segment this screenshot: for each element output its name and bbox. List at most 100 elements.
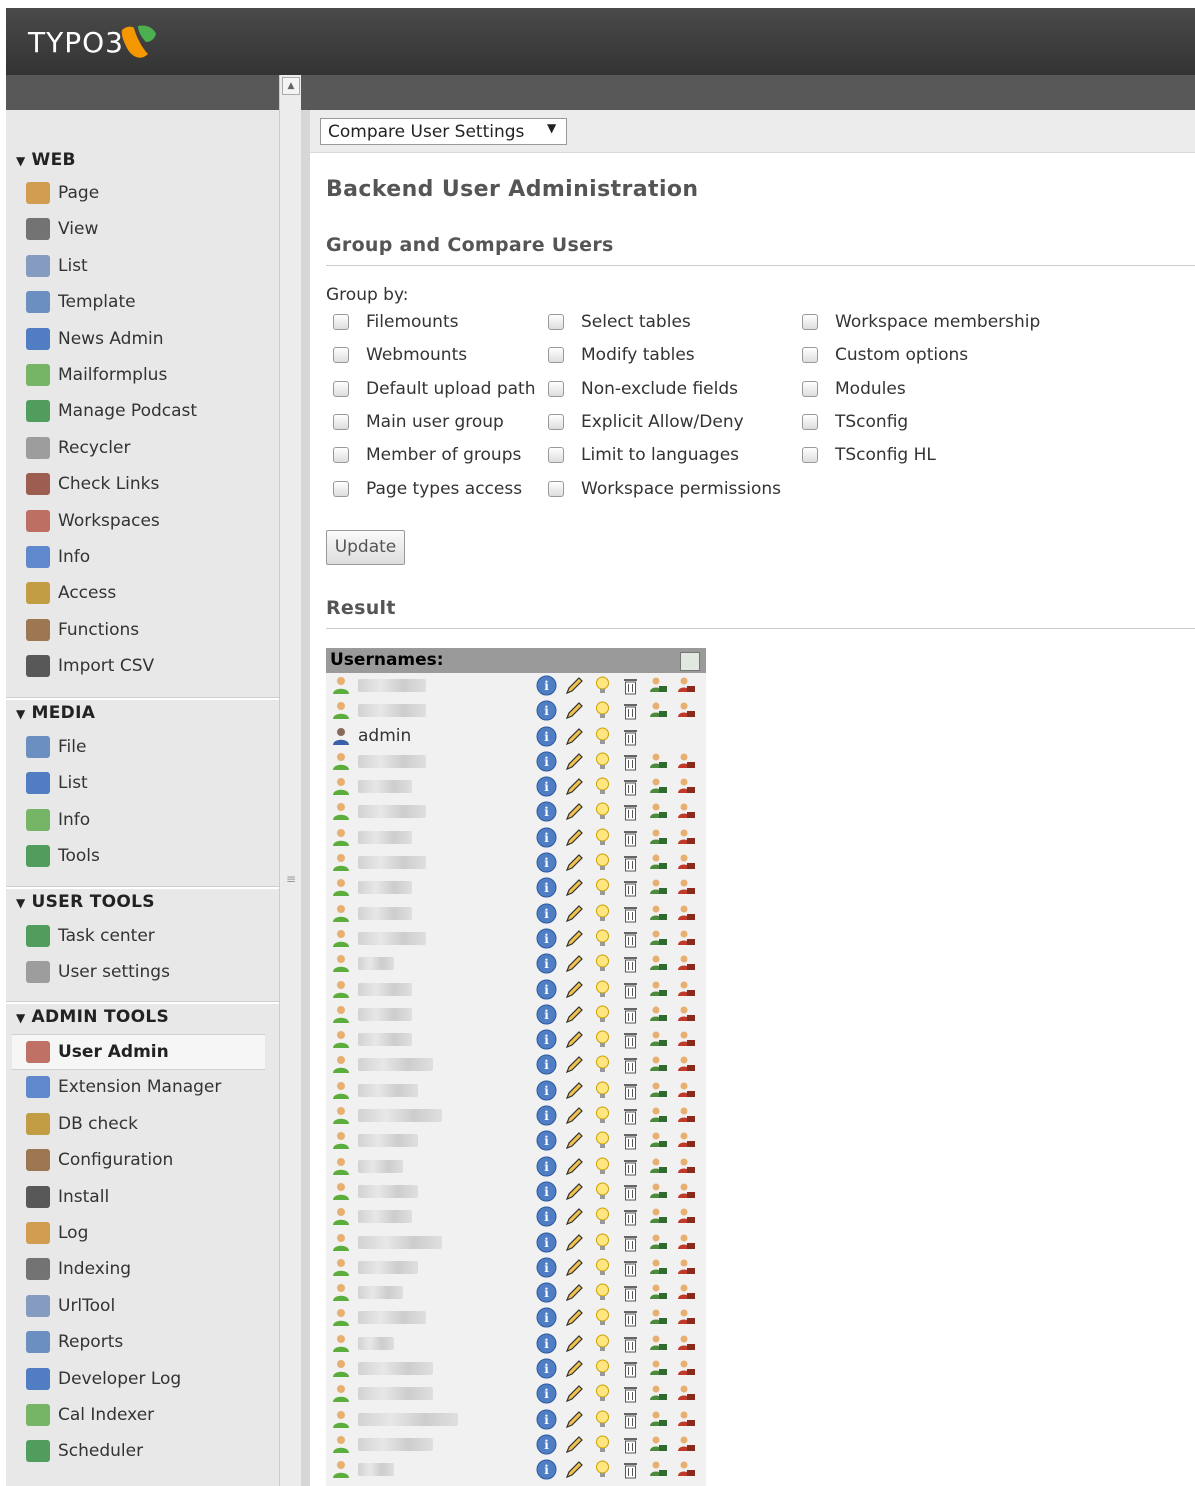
edit-icon[interactable] [564,776,585,797]
sidebar-item-info[interactable]: Info [26,803,279,837]
bulb-icon[interactable] [592,675,613,696]
username-redacted[interactable] [358,1184,418,1198]
sidebar-item-info[interactable]: Info [26,540,279,574]
new-record-icon[interactable] [680,652,700,671]
edit-icon[interactable] [564,1383,585,1404]
trash-icon[interactable] [620,1358,641,1379]
bulb-icon[interactable] [592,801,613,822]
info-icon[interactable]: i [536,1232,557,1253]
switch-user-back-icon[interactable] [676,1257,697,1278]
bulb-icon[interactable] [592,1459,613,1480]
edit-icon[interactable] [564,1029,585,1050]
edit-icon[interactable] [564,1232,585,1253]
switch-user-icon[interactable] [648,751,669,772]
switch-user-back-icon[interactable] [676,928,697,949]
groupby-option-tsconfig[interactable]: TSconfig [802,410,908,434]
edit-icon[interactable] [564,726,585,747]
bulb-icon[interactable] [592,1307,613,1328]
sidebar-item-reports[interactable]: Reports [26,1325,279,1359]
trash-icon[interactable] [620,1080,641,1101]
bulb-icon[interactable] [592,726,613,747]
trash-icon[interactable] [620,903,641,924]
switch-user-icon[interactable] [648,953,669,974]
switch-user-back-icon[interactable] [676,1181,697,1202]
checkbox[interactable] [333,413,349,430]
switch-user-icon[interactable] [648,1282,669,1303]
switch-user-back-icon[interactable] [676,1232,697,1253]
username-redacted[interactable] [358,830,412,844]
info-icon[interactable]: i [536,1105,557,1126]
switch-user-back-icon[interactable] [676,1080,697,1101]
bulb-icon[interactable] [592,1080,613,1101]
info-icon[interactable]: i [536,877,557,898]
bulb-icon[interactable] [592,827,613,848]
edit-icon[interactable] [564,1282,585,1303]
username-redacted[interactable] [358,856,426,870]
trash-icon[interactable] [620,1409,641,1430]
trash-icon[interactable] [620,726,641,747]
username-redacted[interactable] [358,1463,394,1477]
switch-user-back-icon[interactable] [676,1282,697,1303]
trash-icon[interactable] [620,953,641,974]
groupby-option-explicit-allow-deny[interactable]: Explicit Allow/Deny [548,410,744,434]
username-redacted[interactable] [358,1083,418,1097]
checkbox[interactable] [802,447,818,464]
groupby-option-limit-to-languages[interactable]: Limit to languages [548,443,739,467]
trash-icon[interactable] [620,1383,641,1404]
collapse-arrow-icon[interactable]: ▲ [282,77,300,95]
groupby-option-main-user-group[interactable]: Main user group [333,410,504,434]
switch-user-icon[interactable] [648,801,669,822]
sidebar-item-indexing[interactable]: Indexing [26,1252,279,1286]
bulb-icon[interactable] [592,1333,613,1354]
username-redacted[interactable] [358,679,426,692]
switch-user-icon[interactable] [648,776,669,797]
info-icon[interactable]: i [536,1181,557,1202]
switch-user-back-icon[interactable] [676,1054,697,1075]
edit-icon[interactable] [564,877,585,898]
switch-user-icon[interactable] [648,1383,669,1404]
trash-icon[interactable] [620,1307,641,1328]
edit-icon[interactable] [564,700,585,721]
username-redacted[interactable] [358,780,412,794]
username-redacted[interactable] [358,906,412,920]
bulb-icon[interactable] [592,979,613,1000]
info-icon[interactable]: i [536,1004,557,1025]
switch-user-back-icon[interactable] [676,852,697,873]
switch-user-icon[interactable] [648,1130,669,1151]
switch-user-icon[interactable] [648,1459,669,1480]
trash-icon[interactable] [620,751,641,772]
edit-icon[interactable] [564,801,585,822]
checkbox[interactable] [548,347,564,364]
info-icon[interactable]: i [536,1080,557,1101]
checkbox[interactable] [802,347,818,364]
switch-user-icon[interactable] [648,1029,669,1050]
switch-user-back-icon[interactable] [676,1130,697,1151]
edit-icon[interactable] [564,1054,585,1075]
username-redacted[interactable] [358,1134,418,1148]
sidebar-item-scheduler[interactable]: Scheduler [26,1434,279,1468]
groupby-option-webmounts[interactable]: Webmounts [333,343,467,367]
trash-icon[interactable] [620,852,641,873]
switch-user-back-icon[interactable] [676,1206,697,1227]
bulb-icon[interactable] [592,877,613,898]
switch-user-icon[interactable] [648,1358,669,1379]
groupby-option-modules[interactable]: Modules [802,377,906,401]
switch-user-back-icon[interactable] [676,675,697,696]
edit-icon[interactable] [564,1333,585,1354]
username-redacted[interactable] [358,1260,418,1274]
info-icon[interactable]: i [536,751,557,772]
trash-icon[interactable] [620,1232,641,1253]
trash-icon[interactable] [620,1257,641,1278]
edit-icon[interactable] [564,1434,585,1455]
checkbox[interactable] [548,480,564,497]
username-redacted[interactable] [358,1311,426,1325]
bulb-icon[interactable] [592,700,613,721]
username-redacted[interactable] [358,1412,458,1426]
switch-user-back-icon[interactable] [676,1156,697,1177]
checkbox[interactable] [333,314,349,330]
switch-user-icon[interactable] [648,1004,669,1025]
bulb-icon[interactable] [592,1434,613,1455]
trash-icon[interactable] [620,801,641,822]
switch-user-icon[interactable] [648,903,669,924]
sidebar-item-news-admin[interactable]: News Admin [26,322,279,356]
